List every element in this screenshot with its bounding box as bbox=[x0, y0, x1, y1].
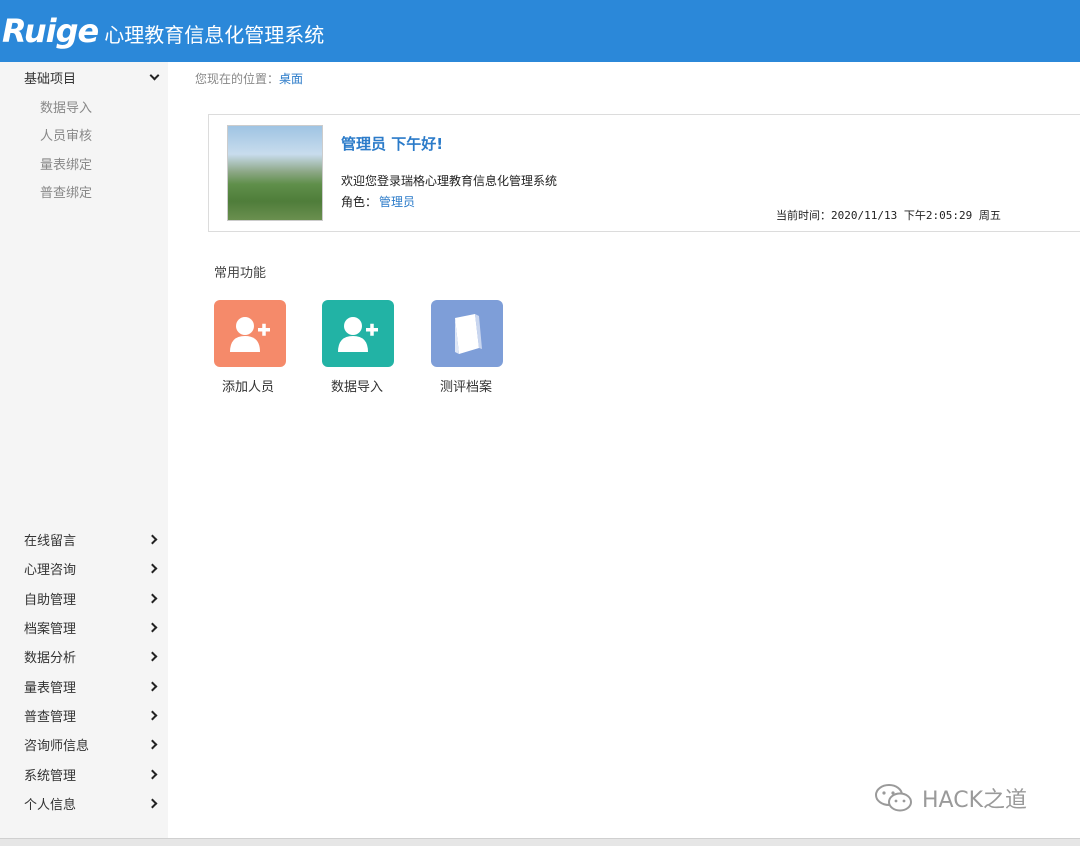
sidebar-item-label: 自助管理 bbox=[24, 592, 77, 608]
chevron-right-icon bbox=[147, 563, 158, 573]
sidebar-group-label: 基础项目 bbox=[24, 71, 77, 87]
sidebar-item-personal-info[interactable]: 个人信息 bbox=[0, 792, 168, 814]
role-label: 角色： bbox=[341, 195, 378, 209]
sidebar-item-label: 咨询师信息 bbox=[24, 738, 90, 754]
sidebar-item-self-service[interactable]: 自助管理 bbox=[0, 587, 168, 609]
sidebar-item-label: 普查管理 bbox=[24, 709, 77, 725]
chevron-right-icon bbox=[147, 769, 158, 779]
breadcrumb-current[interactable]: 桌面 bbox=[279, 72, 303, 86]
book-icon bbox=[455, 313, 482, 354]
welcome-panel: 管理员 下午好! 欢迎您登录瑞格心理教育信息化管理系统 角色： 管理员 当前时间：… bbox=[208, 114, 1080, 232]
sidebar-item-system[interactable]: 系统管理 bbox=[0, 763, 168, 785]
chevron-right-icon bbox=[147, 534, 158, 544]
sidebar-item-archives[interactable]: 档案管理 bbox=[0, 616, 168, 638]
add-user-button[interactable] bbox=[214, 300, 286, 367]
sidebar-item-survey[interactable]: 普查管理 bbox=[0, 704, 168, 726]
current-time: 当前时间：2020/11/13 下午2:05:29 周五 bbox=[776, 209, 1001, 222]
sidebar-subitem-user-review[interactable]: 人员审核 bbox=[40, 125, 92, 144]
chevron-down-icon bbox=[149, 70, 160, 80]
assessment-archive-button[interactable] bbox=[431, 300, 503, 367]
greeting-text: 管理员 下午好! bbox=[341, 135, 444, 153]
welcome-message: 欢迎您登录瑞格心理教育信息化管理系统 bbox=[341, 174, 558, 188]
role-info: 角色： 管理员 bbox=[341, 193, 415, 210]
chevron-right-icon bbox=[147, 622, 158, 632]
role-value: 管理员 bbox=[379, 195, 416, 209]
chevron-right-icon bbox=[147, 739, 158, 749]
sidebar-item-scales[interactable]: 量表管理 bbox=[0, 675, 168, 697]
shortcuts-title: 常用功能 bbox=[214, 266, 267, 281]
app-header: Ruige 心理教育信息化管理系统 bbox=[0, 0, 1080, 62]
app-logo: Ruige bbox=[2, 12, 99, 50]
watermark: HACK之道 bbox=[874, 782, 1027, 814]
sidebar-item-counseling[interactable]: 心理咨询 bbox=[0, 557, 168, 579]
sidebar-group-basic[interactable]: 基础项目 bbox=[0, 66, 168, 88]
data-import-label: 数据导入 bbox=[330, 380, 383, 395]
sidebar-item-label: 个人信息 bbox=[24, 797, 77, 813]
sidebar: 基础项目 数据导入 人员审核 量表绑定 普查绑定 在线留言 心理咨询 自助管理 … bbox=[0, 62, 168, 838]
add-user-icon bbox=[338, 316, 378, 352]
chevron-right-icon bbox=[147, 710, 158, 720]
watermark-text: HACK之道 bbox=[922, 788, 1027, 813]
bottom-scrollbar[interactable] bbox=[0, 838, 1080, 846]
sidebar-subitem-survey-binding[interactable]: 普查绑定 bbox=[40, 182, 92, 201]
sidebar-subitem-data-import[interactable]: 数据导入 bbox=[40, 97, 92, 116]
sidebar-subitem-scale-binding[interactable]: 量表绑定 bbox=[40, 154, 92, 173]
sidebar-item-label: 量表管理 bbox=[24, 680, 77, 696]
breadcrumb: 您现在的位置：桌面 bbox=[195, 70, 303, 87]
wechat-icon bbox=[875, 784, 912, 812]
chevron-right-icon bbox=[147, 798, 158, 808]
add-user-icon bbox=[230, 316, 270, 352]
breadcrumb-prefix: 您现在的位置： bbox=[195, 72, 280, 86]
sidebar-item-label: 数据分析 bbox=[24, 650, 77, 666]
sidebar-item-counselor-info[interactable]: 咨询师信息 bbox=[0, 733, 168, 755]
data-import-button[interactable] bbox=[322, 300, 394, 367]
chevron-right-icon bbox=[147, 681, 158, 691]
sidebar-item-label: 心理咨询 bbox=[24, 562, 77, 578]
add-user-label: 添加人员 bbox=[221, 380, 274, 395]
sidebar-item-label: 档案管理 bbox=[24, 621, 77, 637]
sidebar-item-label: 在线留言 bbox=[24, 533, 77, 549]
sidebar-item-online-message[interactable]: 在线留言 bbox=[0, 528, 168, 550]
chevron-right-icon bbox=[147, 651, 158, 661]
sidebar-item-data-analysis[interactable]: 数据分析 bbox=[0, 645, 168, 667]
sidebar-item-label: 系统管理 bbox=[24, 768, 77, 784]
user-photo bbox=[227, 125, 323, 221]
assessment-archive-label: 测评档案 bbox=[439, 380, 492, 395]
app-title: 心理教育信息化管理系统 bbox=[104, 22, 325, 47]
chevron-right-icon bbox=[147, 593, 158, 603]
